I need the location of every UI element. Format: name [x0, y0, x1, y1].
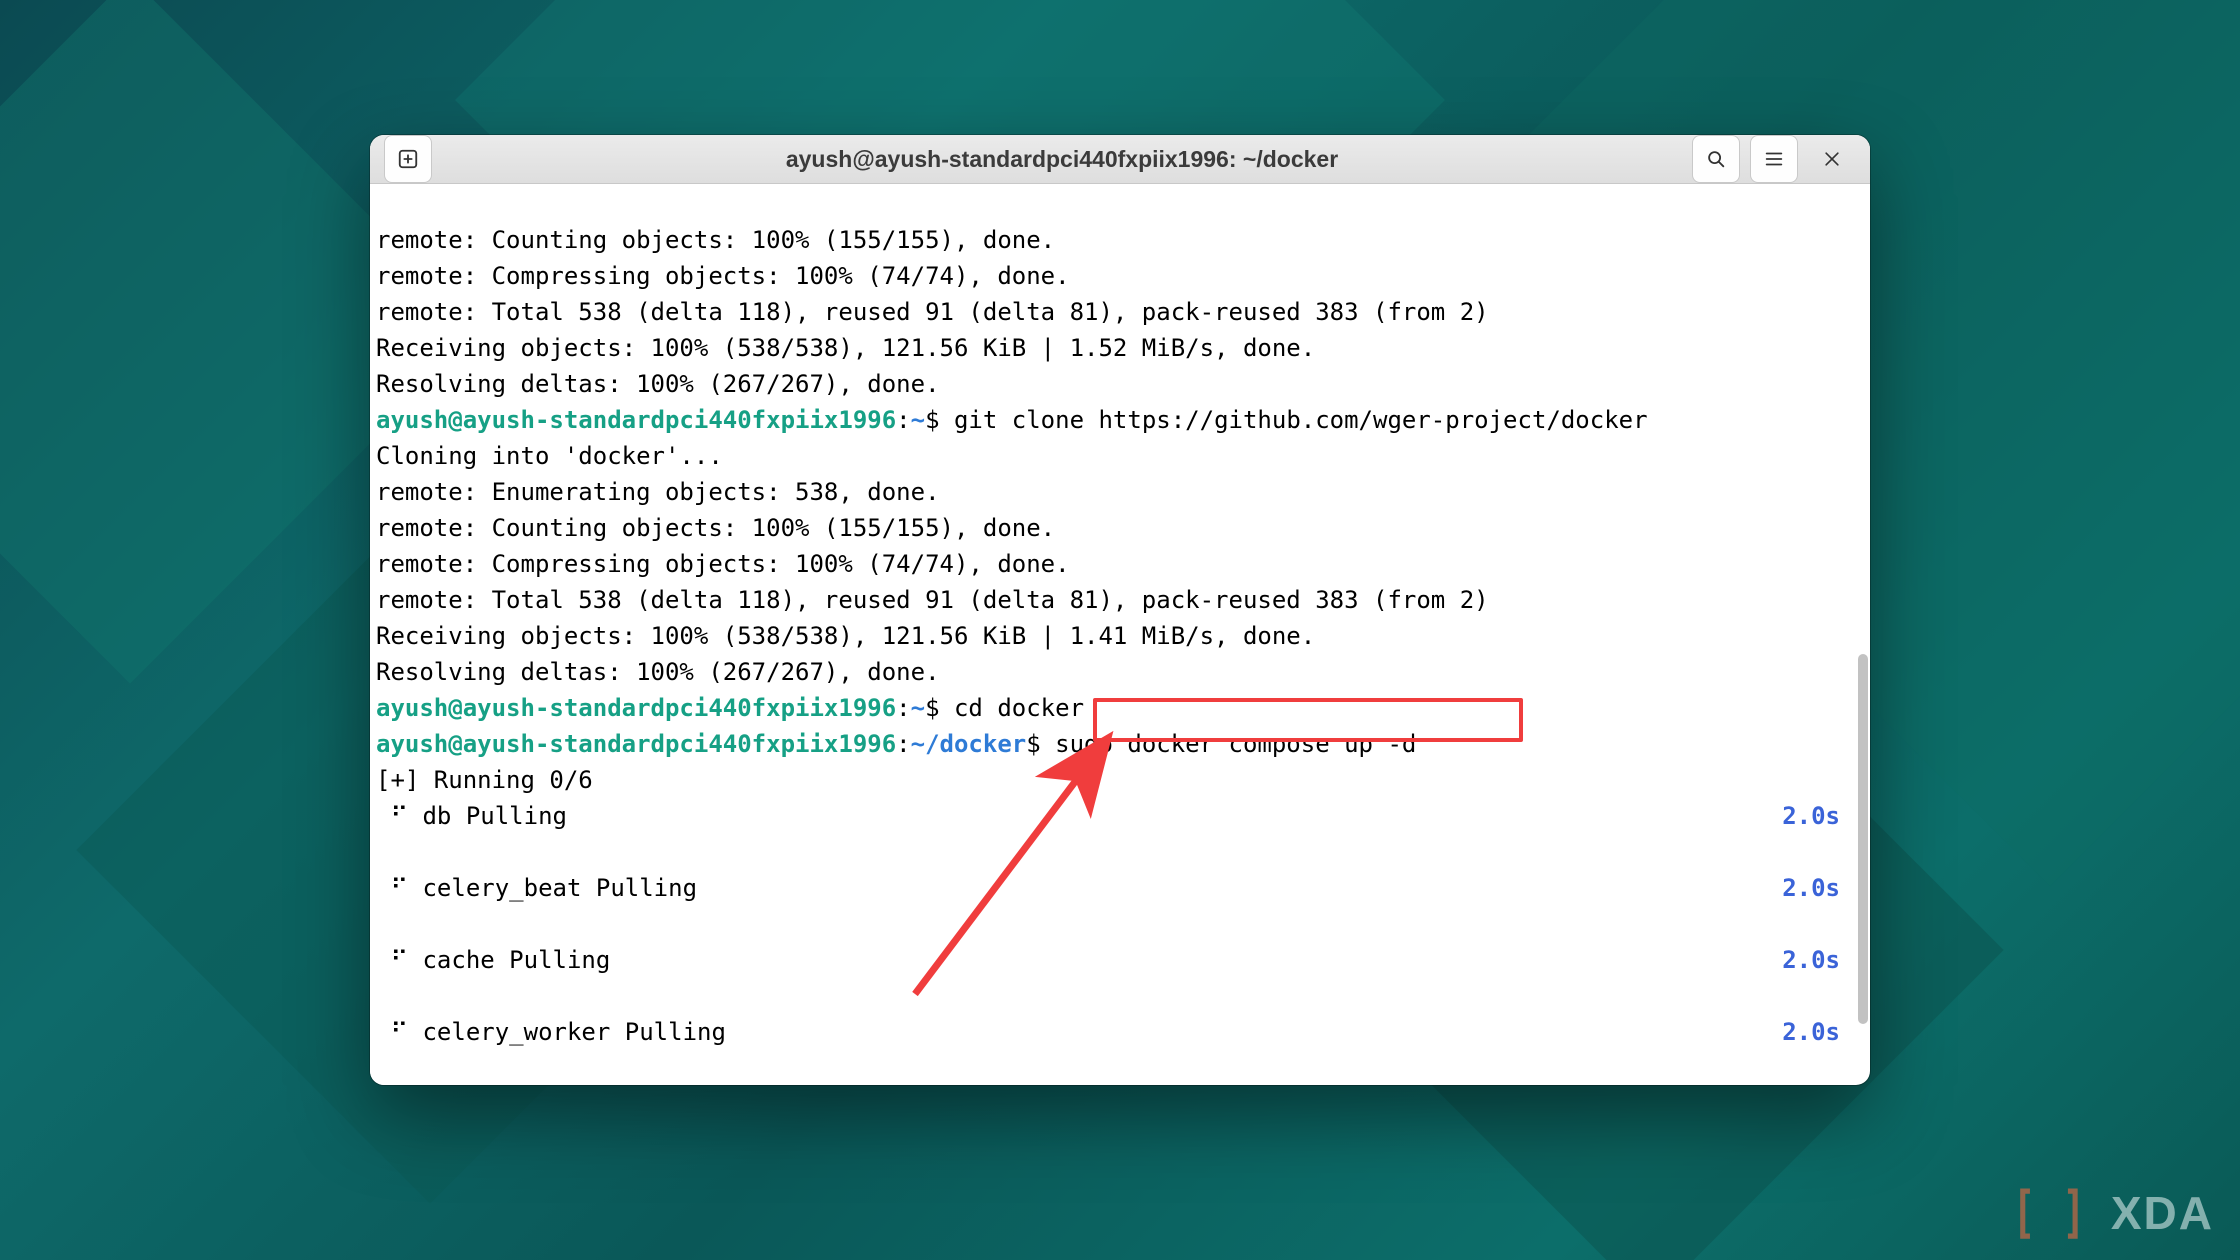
- output-line: Cloning into 'docker'...: [376, 442, 723, 470]
- scrollbar-thumb[interactable]: [1858, 654, 1868, 1024]
- pull-time: 2.0s: [1782, 798, 1850, 834]
- prompt-path: ~: [911, 406, 925, 434]
- pull-row: ⠋ cache Pulling 2.0s: [376, 942, 1850, 978]
- pull-label: ⠋ celery_worker Pulling: [376, 1014, 726, 1050]
- watermark-text: XDA: [2111, 1186, 2214, 1240]
- output-line: [+] Running 0/6: [376, 766, 593, 794]
- close-button[interactable]: [1808, 135, 1856, 183]
- pull-label: ⠋ db Pulling: [376, 798, 567, 834]
- search-icon: [1705, 148, 1727, 170]
- output-line: Resolving deltas: 100% (267/267), done.: [376, 370, 940, 398]
- output-line: remote: Compressing objects: 100% (74/74…: [376, 550, 1070, 578]
- terminal-body-wrap: remote: Counting objects: 100% (155/155)…: [370, 184, 1870, 1085]
- output-line: remote: Total 538 (delta 118), reused 91…: [376, 298, 1489, 326]
- pull-time: 2.0s: [1782, 1014, 1850, 1050]
- terminal-output[interactable]: remote: Counting objects: 100% (155/155)…: [370, 184, 1856, 1085]
- prompt-colon: :: [896, 730, 910, 758]
- typed-command: cd docker: [940, 694, 1085, 722]
- hamburger-icon: [1763, 148, 1785, 170]
- close-icon: [1822, 149, 1842, 169]
- typed-command: git clone https://github.com/wger-projec…: [940, 406, 1648, 434]
- prompt-path: ~: [911, 694, 925, 722]
- scrollbar[interactable]: [1856, 184, 1870, 1085]
- pull-time: 2.0s: [1782, 942, 1850, 978]
- prompt-user: ayush@ayush-standardpci440fxpiix1996: [376, 406, 896, 434]
- terminal-window: ayush@ayush-standardpci440fxpiix1996: ~/…: [370, 135, 1870, 1085]
- output-line: remote: Counting objects: 100% (155/155)…: [376, 226, 1055, 254]
- prompt-dollar: $: [1026, 730, 1040, 758]
- prompt-user: ayush@ayush-standardpci440fxpiix1996: [376, 730, 896, 758]
- window-title: ayush@ayush-standardpci440fxpiix1996: ~/…: [442, 146, 1682, 173]
- output-line: remote: Counting objects: 100% (155/155)…: [376, 514, 1055, 542]
- watermark-bracket-icon: [ ]: [2012, 1193, 2087, 1232]
- pull-row: ⠋ celery_worker Pulling 2.0s: [376, 1014, 1850, 1050]
- search-button[interactable]: [1692, 135, 1740, 183]
- output-line: remote: Enumerating objects: 538, done.: [376, 478, 940, 506]
- output-line: remote: Compressing objects: 100% (74/74…: [376, 262, 1070, 290]
- output-line: Receiving objects: 100% (538/538), 121.5…: [376, 334, 1315, 362]
- prompt-colon: :: [896, 694, 910, 722]
- prompt-path: ~/docker: [911, 730, 1027, 758]
- plus-box-icon: [397, 148, 419, 170]
- pull-label: ⠋ celery_beat Pulling: [376, 870, 697, 906]
- new-tab-button[interactable]: [384, 135, 432, 183]
- output-line: Receiving objects: 100% (538/538), 121.5…: [376, 622, 1315, 650]
- menu-button[interactable]: [1750, 135, 1798, 183]
- pull-time: 2.0s: [1782, 870, 1850, 906]
- prompt-dollar: $: [925, 406, 939, 434]
- titlebar: ayush@ayush-standardpci440fxpiix1996: ~/…: [370, 135, 1870, 184]
- prompt-dollar: $: [925, 694, 939, 722]
- pull-label: ⠋ cache Pulling: [376, 942, 610, 978]
- output-line: Resolving deltas: 100% (267/267), done.: [376, 658, 940, 686]
- pull-row: ⠋ celery_beat Pulling 2.0s: [376, 870, 1850, 906]
- output-line: remote: Total 538 (delta 118), reused 91…: [376, 586, 1489, 614]
- prompt-user: ayush@ayush-standardpci440fxpiix1996: [376, 694, 896, 722]
- watermark: [ ] XDA: [1996, 1186, 2214, 1240]
- typed-command: sudo docker compose up -d: [1041, 730, 1417, 758]
- pull-row: ⠋ db Pulling 2.0s: [376, 798, 1850, 834]
- prompt-colon: :: [896, 406, 910, 434]
